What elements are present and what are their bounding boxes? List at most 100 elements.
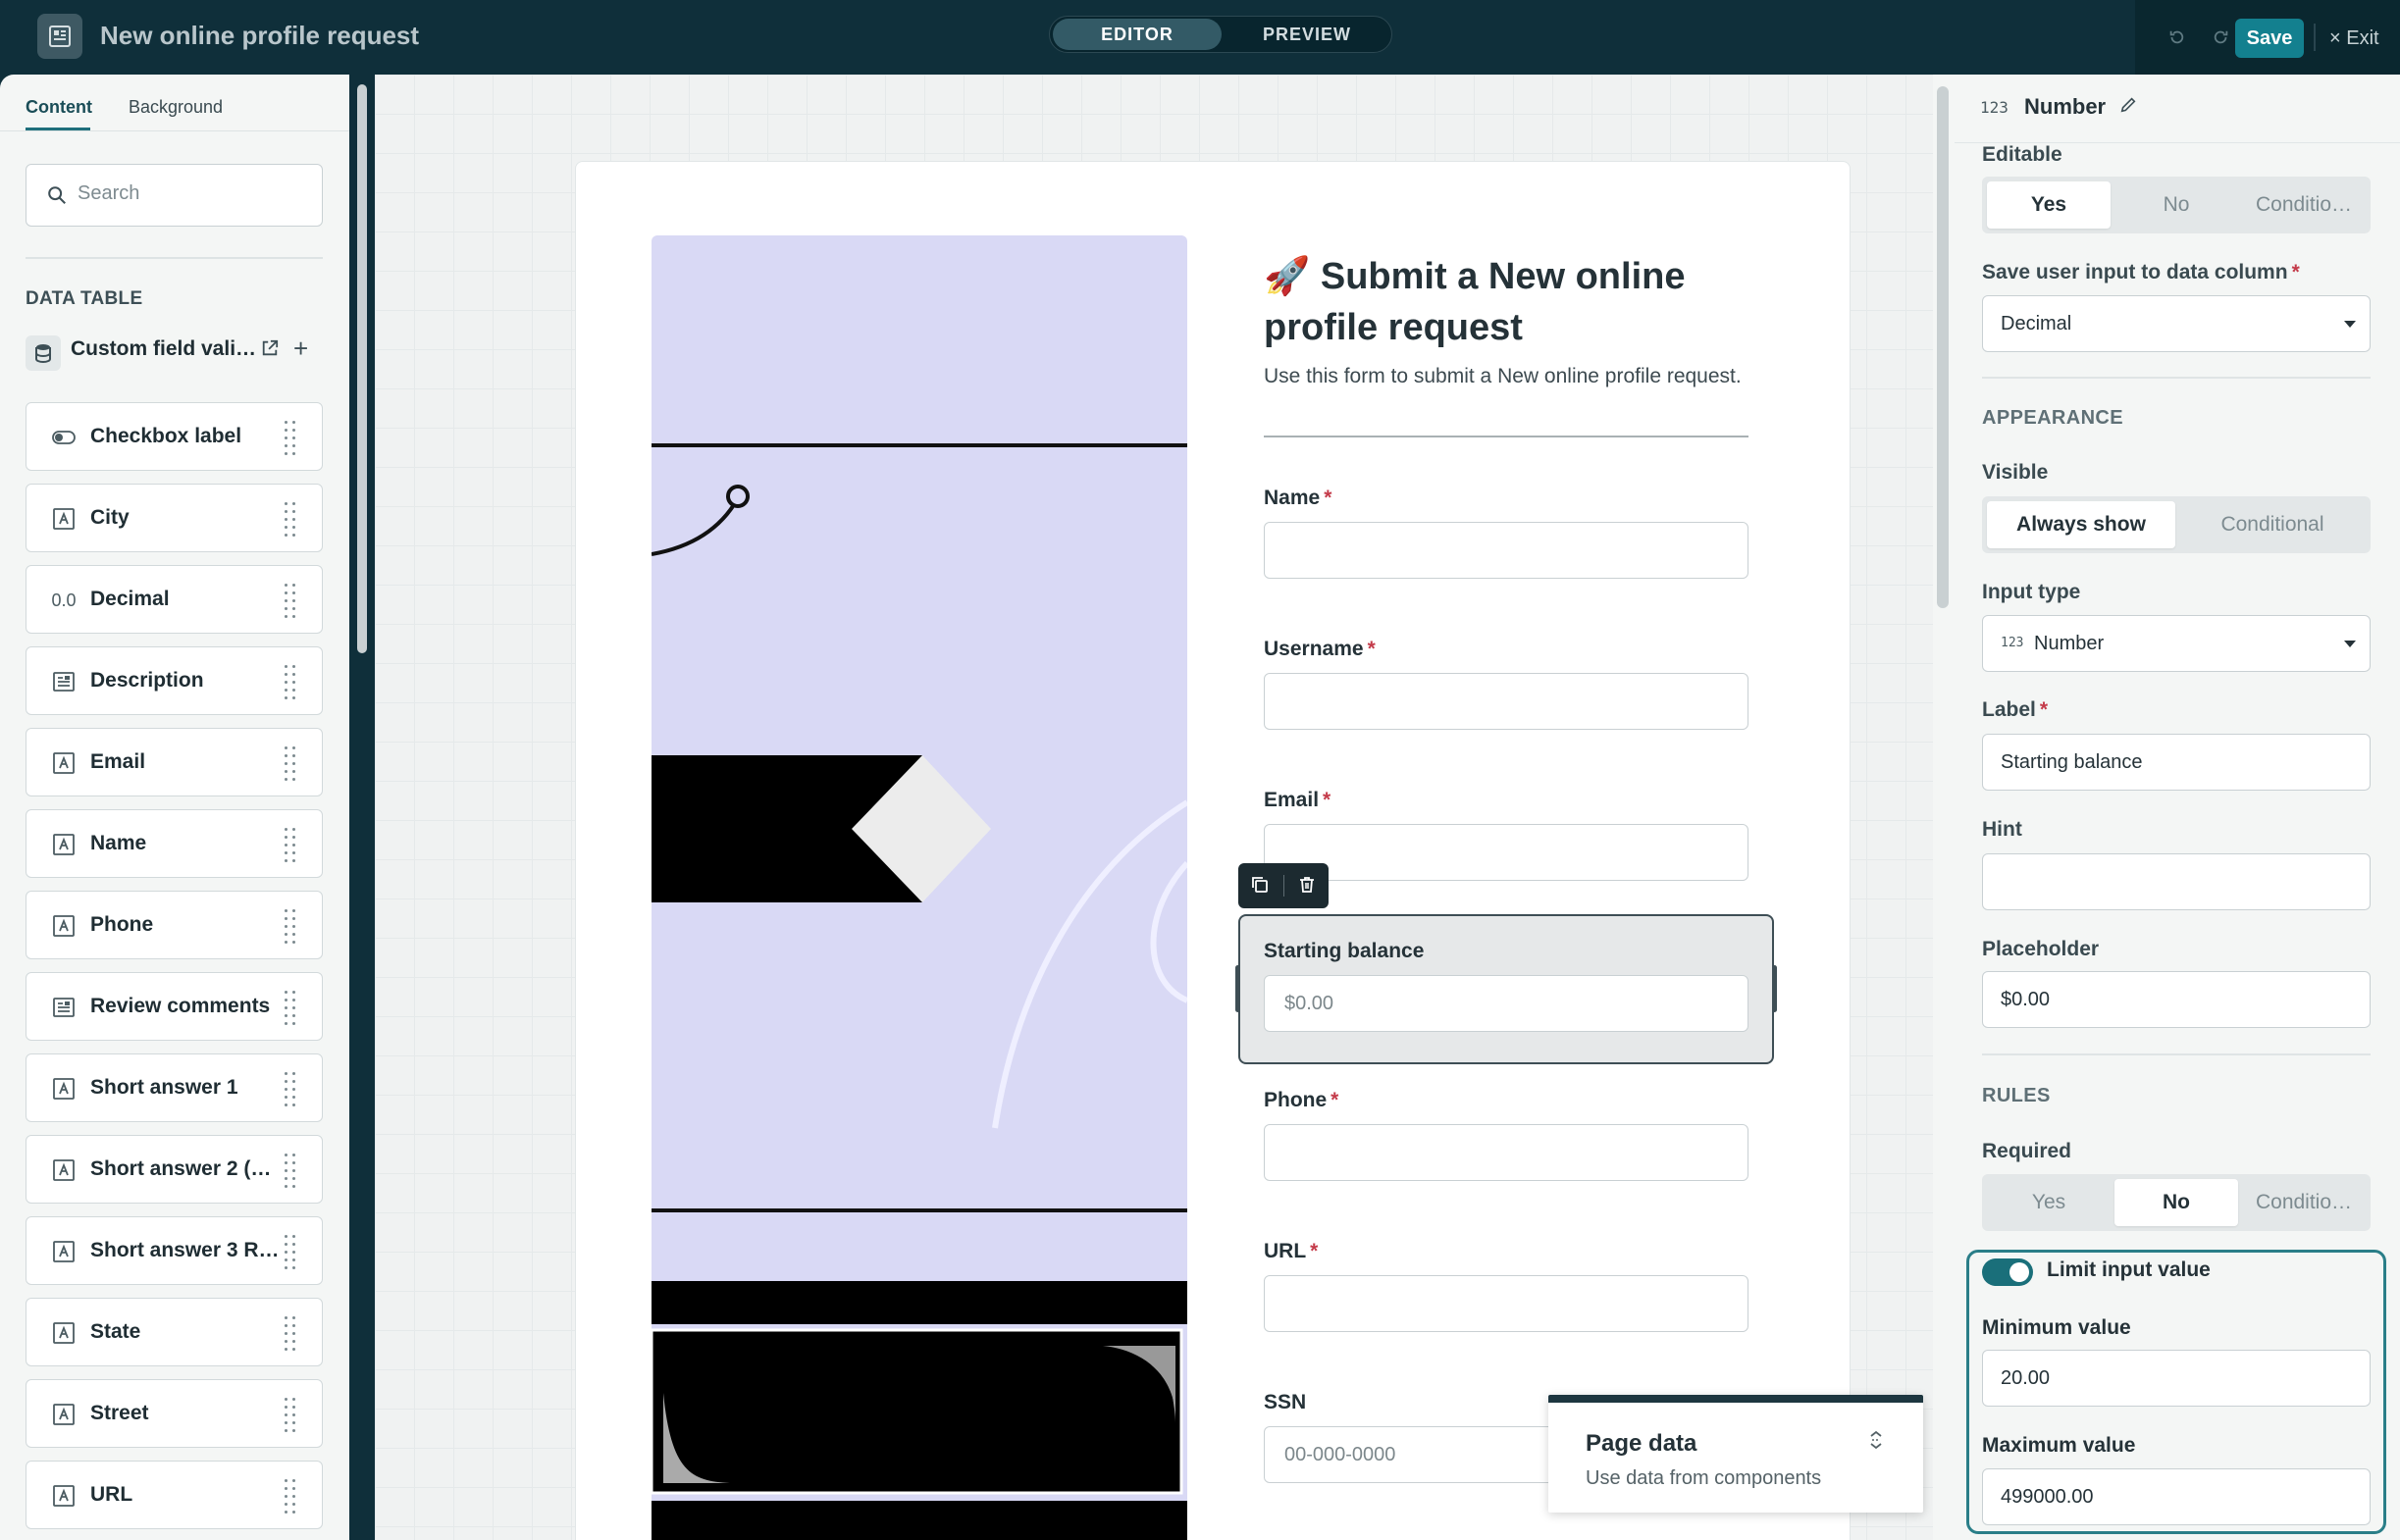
field-item[interactable]: Name — [26, 809, 323, 878]
field-item[interactable]: URL — [26, 1461, 323, 1529]
field-item[interactable]: 0.0 Decimal — [26, 565, 323, 634]
page-data-subtitle: Use data from components — [1586, 1467, 1822, 1489]
editable-yes-option[interactable]: Yes — [1987, 181, 2111, 229]
input-type-select[interactable]: 123 Number — [1982, 615, 2371, 672]
hero-illustration — [652, 235, 1187, 1540]
drag-handle-icon[interactable] — [285, 500, 298, 538]
expand-icon[interactable] — [1868, 1430, 1884, 1455]
drag-handle-icon[interactable] — [285, 419, 298, 456]
resize-handle-right[interactable] — [1772, 965, 1777, 1012]
drag-handle-icon[interactable] — [285, 989, 298, 1026]
input-type-label: Input type — [1982, 581, 2081, 603]
field-item-label: Checkbox label — [90, 425, 242, 447]
limit-input-toggle[interactable] — [1982, 1258, 2033, 1286]
drag-handle-icon[interactable] — [285, 1477, 298, 1514]
drag-handle-icon[interactable] — [285, 826, 298, 863]
field-item[interactable]: Short answer 2 (… — [26, 1135, 323, 1204]
editable-no-option[interactable]: No — [2114, 181, 2238, 229]
required-no-option[interactable]: No — [2114, 1179, 2238, 1226]
scrollbar[interactable] — [1937, 86, 1949, 608]
max-value: 499000.00 — [2001, 1486, 2094, 1508]
editable-conditional-option[interactable]: Conditio… — [2242, 181, 2366, 229]
email-label-text: Email — [1264, 789, 1320, 811]
text-field-icon — [52, 508, 76, 530]
external-link-icon[interactable] — [261, 339, 279, 363]
starting-balance-placeholder: $0.00 — [1284, 993, 1334, 1014]
drag-handle-icon[interactable] — [285, 907, 298, 945]
exit-button[interactable]: × Exit — [2329, 24, 2379, 53]
field-item[interactable]: Phone — [26, 891, 323, 959]
app-form-icon — [37, 14, 82, 59]
field-item-label: Review comments — [90, 995, 271, 1017]
drag-handle-icon[interactable] — [285, 582, 298, 619]
placeholder-input[interactable]: $0.00 — [1982, 971, 2371, 1028]
preview-mode-button[interactable]: PREVIEW — [1225, 19, 1389, 50]
tab-background[interactable]: Background — [129, 92, 223, 122]
required-star: * — [1330, 1089, 1339, 1111]
scrollbar[interactable] — [357, 84, 367, 653]
resize-handle-left[interactable] — [1235, 965, 1240, 1012]
page-title: New online profile request — [100, 21, 420, 50]
drag-handle-icon[interactable] — [285, 1396, 298, 1433]
field-item-label: Short answer 3 R… — [90, 1239, 277, 1261]
drag-handle-icon[interactable] — [285, 1152, 298, 1189]
url-input[interactable] — [1264, 1275, 1748, 1332]
required-yes-option[interactable]: Yes — [1987, 1179, 2111, 1226]
form-title: 🚀 Submit a New online profile request — [1264, 256, 1686, 348]
drag-handle-icon[interactable] — [285, 1233, 298, 1270]
component-title: Number — [2024, 94, 2107, 119]
phone-input[interactable] — [1264, 1124, 1748, 1181]
data-table-name[interactable]: Custom field vali… — [71, 337, 256, 361]
username-input[interactable] — [1264, 673, 1748, 730]
drag-handle-icon[interactable] — [285, 1070, 298, 1107]
visible-segmented: Always show Conditional — [1982, 496, 2371, 553]
duplicate-icon[interactable] — [1248, 873, 1272, 897]
label-input[interactable]: Starting balance — [1982, 734, 2371, 791]
number-type-icon: 123 — [1980, 98, 2009, 117]
field-item[interactable]: Short answer 3 R… — [26, 1216, 323, 1285]
max-value-input[interactable]: 499000.00 — [1982, 1468, 2371, 1525]
visible-always-option[interactable]: Always show — [1987, 501, 2175, 548]
visible-conditional-option[interactable]: Conditional — [2178, 501, 2367, 548]
required-star: * — [1324, 487, 1332, 509]
field-item[interactable]: Review comments — [26, 972, 323, 1041]
phone-label-text: Phone — [1264, 1089, 1328, 1111]
field-item-label: Decimal — [90, 588, 170, 610]
name-input[interactable] — [1264, 522, 1748, 579]
drag-handle-icon[interactable] — [285, 744, 298, 782]
field-item-label: State — [90, 1320, 141, 1343]
limit-input-label: Limit input value — [2047, 1258, 2211, 1281]
email-input[interactable] — [1264, 824, 1748, 881]
save-button[interactable]: Save — [2235, 19, 2304, 58]
divider — [1264, 436, 1748, 437]
min-value-input[interactable]: 20.00 — [1982, 1350, 2371, 1407]
search-input[interactable]: Search — [26, 164, 323, 227]
drag-handle-icon[interactable] — [285, 663, 298, 700]
field-item[interactable]: Description — [26, 646, 323, 715]
undo-icon[interactable] — [2163, 24, 2190, 51]
add-icon[interactable]: + — [293, 334, 308, 364]
field-item[interactable]: Email — [26, 728, 323, 796]
delete-icon[interactable] — [1295, 873, 1319, 897]
field-item[interactable]: State — [26, 1298, 323, 1366]
drag-handle-icon[interactable] — [285, 1314, 298, 1352]
divider — [0, 130, 349, 131]
text-field-icon — [52, 752, 76, 774]
placeholder-value: $0.00 — [2001, 989, 2051, 1010]
save-column-select[interactable]: Decimal — [1982, 295, 2371, 352]
field-item[interactable]: City — [26, 484, 323, 552]
required-conditional-option[interactable]: Conditio… — [2242, 1179, 2366, 1226]
redo-icon[interactable] — [2208, 24, 2235, 51]
tab-content[interactable]: Content — [26, 92, 92, 122]
url-field-label: URL * — [1264, 1240, 1318, 1263]
field-item[interactable]: Checkbox label — [26, 402, 323, 471]
long-text-icon — [52, 997, 76, 1018]
field-item[interactable]: Street — [26, 1379, 323, 1448]
field-item[interactable]: Short answer 1 — [26, 1053, 323, 1122]
editor-mode-button[interactable]: EDITOR — [1053, 19, 1222, 50]
edit-pencil-icon[interactable] — [2119, 96, 2141, 118]
email-field-label: Email * — [1264, 789, 1330, 812]
hint-input[interactable] — [1982, 853, 2371, 910]
starting-balance-input[interactable]: $0.00 — [1264, 975, 1748, 1032]
page-data-panel[interactable]: Page data Use data from components — [1548, 1395, 1923, 1513]
